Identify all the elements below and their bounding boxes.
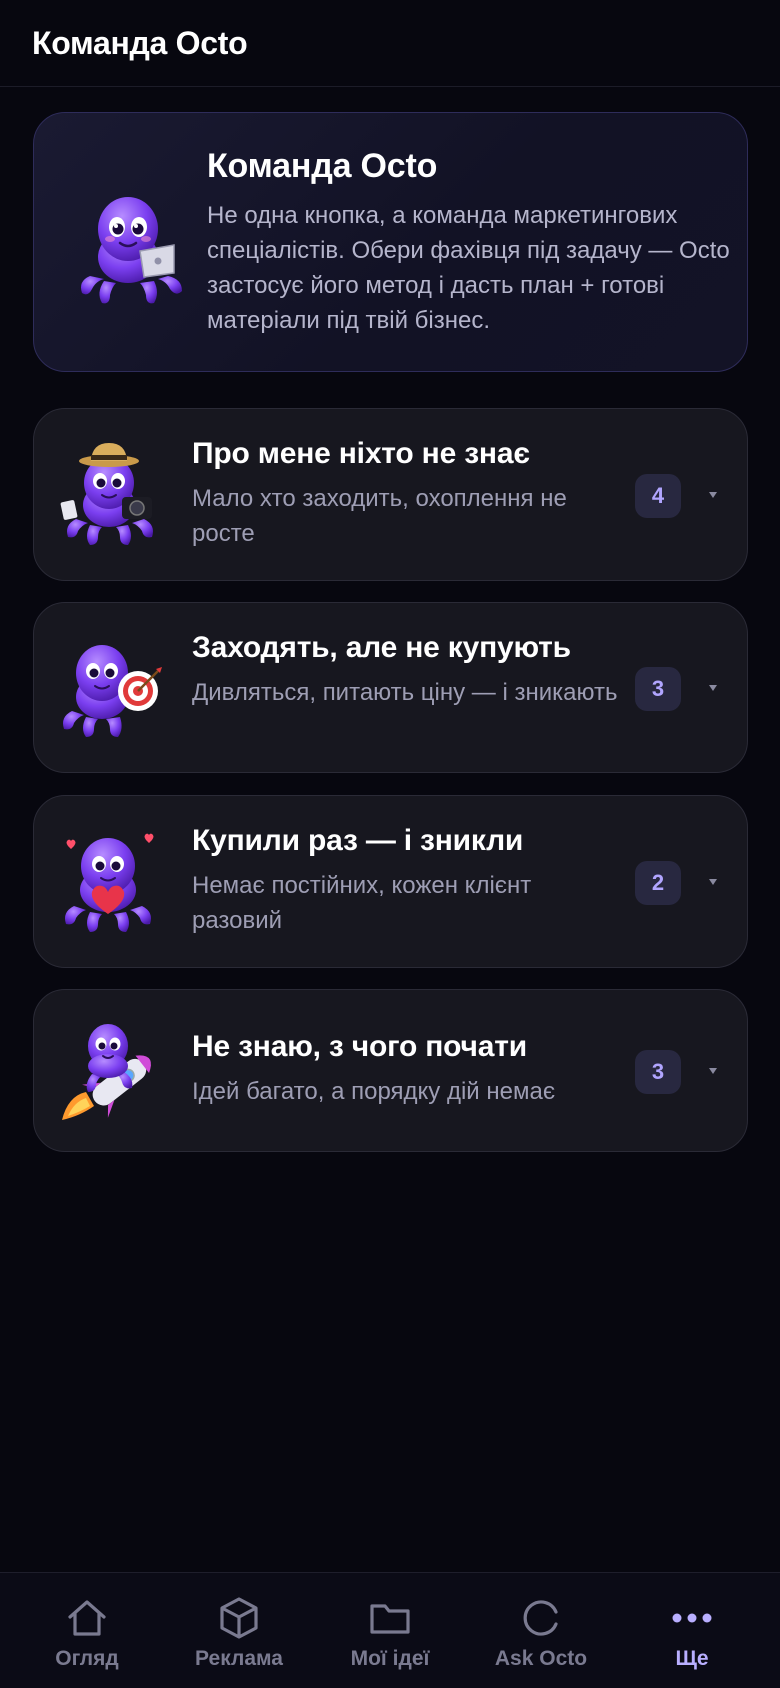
card-title: Заходять, але не купують <box>192 631 571 664</box>
nav-label: Огляд <box>55 1647 119 1670</box>
card-subtitle: Немає постійних, кожен клієнт разовий <box>192 872 532 934</box>
nav-label: Ще <box>675 1647 709 1670</box>
chevron-down-icon[interactable] <box>706 681 720 695</box>
more-icon <box>672 1613 712 1623</box>
box-icon <box>220 1597 258 1639</box>
page-title: Команда Octo <box>32 24 248 61</box>
nav-item-ads[interactable]: Реклама <box>164 1573 314 1688</box>
nav-label: Мої ідеї <box>350 1647 430 1670</box>
chevron-down-icon[interactable] <box>706 875 720 889</box>
problem-card-awareness[interactable]: Про мене ніхто не знає Мало хто заходить… <box>33 408 748 581</box>
card-subtitle: Дивляться, питають ціну — і зникають <box>192 679 618 706</box>
top-bar: Команда Octo <box>0 0 780 87</box>
chevron-down-icon[interactable] <box>706 488 720 502</box>
count-badge: 4 <box>635 474 681 518</box>
chevron-down-icon[interactable] <box>706 1064 720 1078</box>
nav-label: Реклама <box>195 1647 283 1670</box>
problem-card-retention[interactable]: Купили раз — і зникли Немає постійних, к… <box>33 795 748 968</box>
problem-card-start[interactable]: Не знаю, з чого почати Ідей багато, а по… <box>33 989 748 1152</box>
count-badge: 2 <box>635 861 681 905</box>
nav-item-more[interactable]: Ще <box>617 1573 767 1688</box>
refresh-icon <box>523 1600 558 1636</box>
intro-card: Команда Octo Не одна кнопка, а команда м… <box>33 112 748 372</box>
nav-item-ideas[interactable]: Мої ідеї <box>315 1573 465 1688</box>
intro-description: Не одна кнопка, а команда маркетингових … <box>207 202 730 334</box>
octopus-photographer-icon <box>60 443 153 545</box>
app-root: Команда Octo Команда Octo Не одна кнопка… <box>0 0 780 1688</box>
problem-card-conversion[interactable]: Заходять, але не купують Дивляться, пита… <box>33 602 748 773</box>
bottom-nav: Огляд Реклама Мої ідеї Ask Octo Ще <box>0 1572 780 1688</box>
octopus-target-icon <box>63 645 162 737</box>
card-subtitle: Мало хто заходить, охоплення не росте <box>192 485 567 547</box>
card-title: Не знаю, з чого почати <box>192 1030 527 1063</box>
nav-label: Ask Octo <box>494 1647 588 1670</box>
nav-item-overview[interactable]: Огляд <box>12 1573 162 1688</box>
octopus-rocket-icon <box>62 1024 151 1120</box>
octopus-heart-icon <box>65 833 154 932</box>
intro-title: Команда Octo <box>207 147 438 185</box>
nav-item-ask-octo[interactable]: Ask Octo <box>466 1573 616 1688</box>
count-badge: 3 <box>635 1050 681 1094</box>
card-subtitle: Ідей багато, а порядку дій немає <box>192 1078 556 1105</box>
card-title: Купили раз — і зникли <box>192 824 524 857</box>
card-title: Про мене ніхто не знає <box>192 437 530 470</box>
octopus-laptop-icon <box>81 197 182 304</box>
count-badge: 3 <box>635 667 681 711</box>
folder-icon <box>370 1604 410 1634</box>
home-icon <box>68 1600 106 1636</box>
